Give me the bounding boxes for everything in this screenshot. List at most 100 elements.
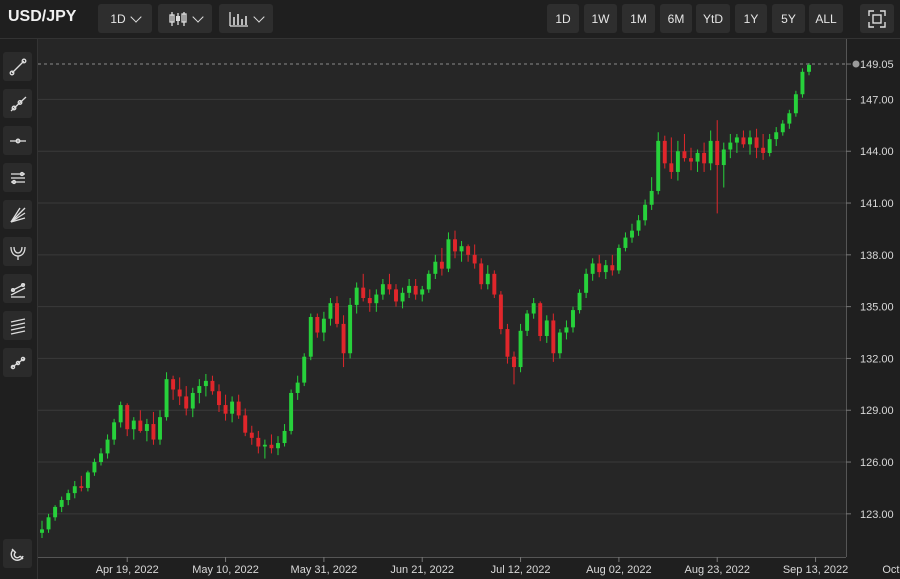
range-1w-button[interactable]: 1W [584, 4, 617, 33]
candle-body [380, 284, 385, 295]
horizontal-line-icon [9, 138, 26, 143]
candle-body [203, 380, 208, 387]
indicators-dropdown[interactable] [219, 4, 273, 33]
candle [538, 301, 543, 342]
candle-body [85, 472, 90, 488]
measure-icon [10, 356, 25, 369]
candle-body [623, 237, 628, 248]
candle-body [656, 140, 661, 191]
candle-body [675, 151, 680, 172]
indicators-icon [229, 11, 248, 27]
candle-body [538, 303, 543, 336]
candle-body [256, 437, 261, 447]
candle-body [190, 392, 195, 409]
price-chart[interactable]: 123.00 126.00 129.00 132.00 135.00 138.00 141.… [38, 39, 900, 579]
candle-body [125, 405, 130, 430]
tool-regression-channel[interactable] [3, 274, 32, 303]
tool-trend-line[interactable] [3, 52, 32, 81]
y-tick-label: 129.00 [860, 405, 894, 417]
tool-measure[interactable] [3, 348, 32, 377]
candle-body [571, 310, 575, 328]
chevron-down-icon [192, 10, 204, 23]
magnet-icon [10, 548, 24, 561]
range-all-button[interactable]: ALL [809, 4, 843, 33]
candle-body [92, 462, 97, 473]
candle-body [249, 432, 254, 438]
y-tick-label: 147.00 [860, 94, 894, 106]
candle-body [46, 517, 51, 530]
candle-body [295, 382, 300, 393]
candle-body [505, 329, 510, 357]
y-tick-label: 135.00 [860, 302, 894, 314]
range-1m-button[interactable]: 1M [622, 4, 655, 33]
candle-body [53, 506, 58, 518]
tool-fan[interactable] [3, 200, 32, 229]
candle-body [433, 261, 438, 274]
candle-body [282, 430, 287, 444]
candle-body [367, 298, 372, 304]
candle-body [361, 287, 366, 298]
candle-body [702, 152, 707, 164]
candle-body [551, 320, 556, 354]
candle-body [498, 294, 503, 330]
parallel-channel-icon [10, 171, 25, 184]
candle-body [590, 263, 595, 274]
candle [302, 353, 307, 387]
candle-body [459, 246, 464, 252]
candle-body [682, 151, 687, 159]
candle [518, 323, 523, 373]
candle-body [105, 439, 110, 454]
candle-body [413, 285, 418, 295]
tool-parallel-channel[interactable] [3, 163, 32, 192]
candle-body [748, 137, 752, 145]
candle-body [112, 422, 117, 440]
candle-body [59, 500, 64, 507]
candle [348, 298, 353, 359]
candle-body [269, 444, 274, 449]
candle [656, 132, 661, 195]
candle-body [72, 486, 77, 494]
candle-body [466, 246, 471, 255]
candle-body [695, 152, 700, 162]
candle-body [557, 332, 562, 354]
range-1y-button[interactable]: 1Y [735, 4, 767, 33]
candle-body [348, 304, 353, 354]
regression-channel-icon [10, 282, 25, 298]
candle [577, 289, 582, 314]
interval-dropdown[interactable]: 1D [98, 4, 152, 33]
candle-body [138, 420, 143, 431]
candle-body [40, 529, 44, 533]
y-tick-label: 123.00 [860, 509, 894, 521]
candle-body [761, 147, 766, 153]
candle-body [230, 401, 235, 414]
tool-pitchfork[interactable] [3, 237, 32, 266]
chart-type-dropdown[interactable] [158, 4, 212, 33]
candle-body [262, 444, 267, 447]
candle-body [66, 493, 71, 501]
chevron-down-icon [253, 10, 265, 23]
candle-body [754, 137, 759, 148]
fullscreen-button[interactable] [860, 4, 894, 33]
range-6m-button[interactable]: 6M [660, 4, 692, 33]
range-5y-button[interactable]: 5Y [772, 4, 805, 33]
candle-body [394, 289, 398, 302]
x-tick-label: Jul 12, 2022 [491, 564, 551, 576]
candle-body [400, 292, 405, 302]
candle-body [453, 239, 457, 252]
tool-fib-retracement[interactable] [3, 311, 32, 340]
tool-ray-line[interactable] [3, 89, 32, 118]
candle-body [276, 443, 280, 449]
candle-body [649, 190, 654, 205]
tool-magnet[interactable] [3, 539, 32, 568]
range-1d-button[interactable]: 1D [547, 4, 579, 33]
candle [800, 68, 805, 98]
candle [616, 244, 621, 274]
candle-body [407, 285, 412, 293]
tool-horizontal-line[interactable] [3, 126, 32, 155]
range-ytd-button[interactable]: YtD [696, 4, 730, 33]
candle-body [315, 316, 320, 333]
top-toolbar: USD/JPY 1D 1D 1W 1M 6M YtD 1Y 5Y ALL [0, 0, 900, 39]
candle-body [531, 303, 536, 314]
candle-body [131, 420, 136, 430]
candle-body [354, 287, 359, 305]
